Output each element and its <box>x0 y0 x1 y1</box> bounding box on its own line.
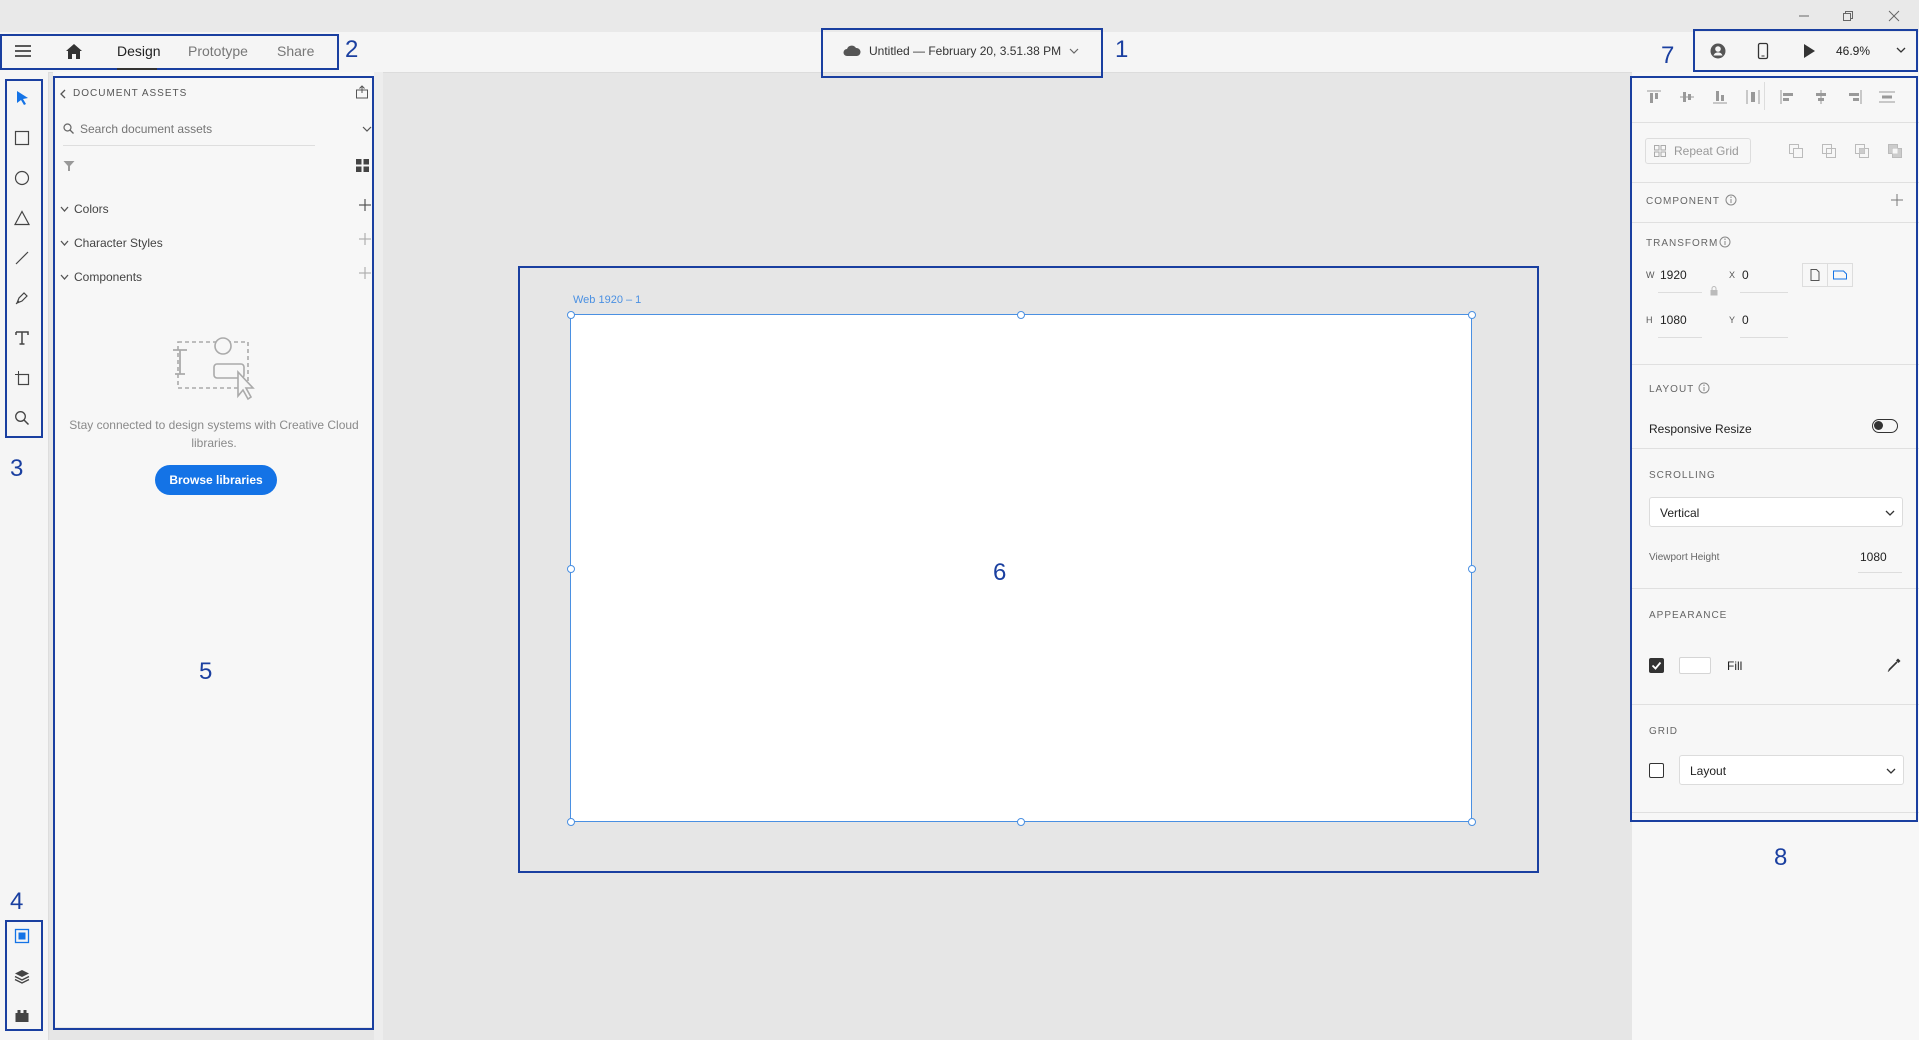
plugins-panel-icon[interactable] <box>9 1003 35 1029</box>
zoom-level[interactable]: 46.9% <box>1836 44 1870 58</box>
device-preview-icon[interactable] <box>1756 42 1770 60</box>
callout-box-5 <box>53 76 374 1030</box>
artboard-web-1920[interactable] <box>570 314 1472 822</box>
resize-handle-bottom-center[interactable] <box>1017 818 1025 826</box>
add-color-icon[interactable] <box>359 199 371 211</box>
resize-handle-top-left[interactable] <box>567 311 575 319</box>
resize-handle-middle-right[interactable] <box>1468 565 1476 573</box>
artboard-name[interactable]: Web 1920 – 1 <box>573 294 641 306</box>
restore-icon[interactable] <box>1837 6 1859 26</box>
callout-number-2: 2 <box>345 36 359 63</box>
callout-number-7: 7 <box>1661 42 1675 69</box>
resize-handle-middle-left[interactable] <box>567 565 575 573</box>
text-tool-icon[interactable] <box>9 325 35 351</box>
section-components[interactable]: Components <box>74 270 142 284</box>
search-icon <box>63 123 74 134</box>
zoom-tool-icon[interactable] <box>9 405 35 431</box>
cloud-icon <box>843 45 861 57</box>
resize-handle-top-right[interactable] <box>1468 311 1476 319</box>
section-colors[interactable]: Colors <box>74 202 109 216</box>
hamburger-menu-icon[interactable] <box>12 42 34 60</box>
components-chevron-icon[interactable] <box>60 273 69 281</box>
rectangle-tool-icon[interactable] <box>9 125 35 151</box>
back-chevron-icon[interactable] <box>59 89 67 99</box>
export-assets-icon[interactable] <box>355 85 369 99</box>
add-component-icon[interactable] <box>359 267 371 279</box>
callout-number-1: 1 <box>1115 36 1129 63</box>
callout-box-8 <box>1630 76 1918 822</box>
browse-libraries-button[interactable]: Browse libraries <box>155 465 277 495</box>
resize-handle-bottom-right[interactable] <box>1468 818 1476 826</box>
add-character-style-icon[interactable] <box>359 233 371 245</box>
artboard-tool-icon[interactable] <box>9 365 35 391</box>
layers-panel-icon[interactable] <box>9 963 35 989</box>
select-tool-icon[interactable] <box>9 85 35 111</box>
pen-tool-icon[interactable] <box>9 285 35 311</box>
tab-design[interactable]: Design <box>117 43 161 59</box>
grid-view-icon[interactable] <box>356 159 369 172</box>
callout-number-3: 3 <box>10 455 24 482</box>
play-icon[interactable] <box>1802 43 1816 59</box>
callout-number-5: 5 <box>199 658 213 685</box>
resize-handle-bottom-left[interactable] <box>567 818 575 826</box>
section-character-styles[interactable]: Character Styles <box>74 236 163 250</box>
colors-chevron-icon[interactable] <box>60 205 69 213</box>
home-icon[interactable] <box>64 42 84 60</box>
search-dropdown-chevron-icon[interactable] <box>362 125 372 133</box>
tab-share[interactable]: Share <box>277 43 314 59</box>
minimize-icon[interactable] <box>1793 6 1815 26</box>
chevron-down-icon <box>1069 47 1079 55</box>
close-icon[interactable] <box>1883 6 1905 26</box>
search-underline <box>63 145 315 146</box>
resize-handle-top-center[interactable] <box>1017 311 1025 319</box>
zoom-chevron-down-icon[interactable] <box>1896 46 1906 54</box>
tab-prototype[interactable]: Prototype <box>188 43 248 59</box>
polygon-tool-icon[interactable] <box>9 205 35 231</box>
empty-state-text: Stay connected to design systems with Cr… <box>69 418 359 450</box>
character-styles-chevron-icon[interactable] <box>60 239 69 247</box>
ellipse-tool-icon[interactable] <box>9 165 35 191</box>
document-title-dropdown[interactable]: Untitled — February 20, 3.51.38 PM <box>843 44 1079 58</box>
document-title: Untitled — February 20, 3.51.38 PM <box>869 44 1062 58</box>
callout-number-6: 6 <box>993 559 1007 586</box>
callout-number-8: 8 <box>1774 844 1788 871</box>
line-tool-icon[interactable] <box>9 245 35 271</box>
libraries-illustration-icon <box>170 330 260 402</box>
tab-design-underline <box>117 68 157 70</box>
panel-gutter <box>374 72 383 1040</box>
share-for-review-icon[interactable] <box>1709 42 1727 60</box>
assets-panel-header: DOCUMENT ASSETS <box>73 88 188 99</box>
filter-icon[interactable] <box>63 160 75 172</box>
assets-panel-icon[interactable] <box>9 923 35 949</box>
search-assets-input[interactable] <box>80 120 312 138</box>
callout-number-4: 4 <box>10 888 24 915</box>
